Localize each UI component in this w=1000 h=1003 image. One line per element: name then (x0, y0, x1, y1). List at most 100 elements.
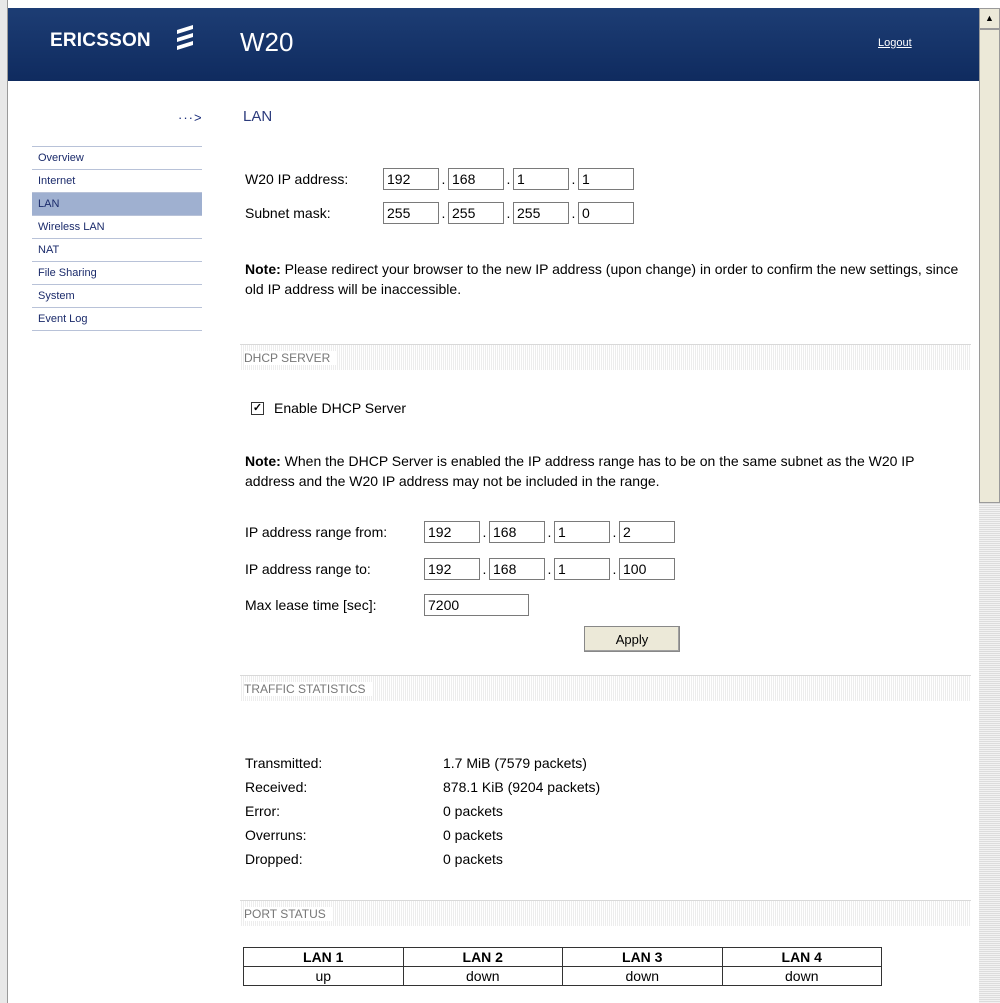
dot-separator: . (612, 524, 617, 540)
stat-label: Transmitted: (245, 755, 323, 771)
port-status-lan3: down (562, 966, 723, 986)
sidebar-item-event-log[interactable]: Event Log (32, 308, 202, 331)
range-from-octet-1[interactable] (424, 521, 480, 543)
range-to-octet-4[interactable] (619, 558, 675, 580)
stat-value: 0 packets (443, 851, 503, 867)
stat-label: Overruns: (245, 827, 307, 843)
dot-separator: . (506, 205, 511, 221)
note-text: Please redirect your browser to the new … (245, 261, 959, 297)
port-status-lan1: up (243, 966, 404, 986)
port-header-lan4: LAN 4 (721, 947, 882, 967)
dot-separator: . (571, 171, 576, 187)
stat-row: Dropped: 0 packets (245, 851, 600, 875)
lease-time-label: Max lease time [sec]: (245, 597, 377, 613)
port-status-lan4: down (721, 966, 882, 986)
product-title: W20 (240, 27, 294, 57)
range-from-octet-3[interactable] (554, 521, 610, 543)
stat-value: 1.7 MiB (7579 packets) (443, 755, 587, 771)
port-status-section-title: PORT STATUS (244, 907, 332, 921)
range-from-label: IP address range from: (245, 524, 388, 540)
range-to-label: IP address range to: (245, 561, 371, 577)
note-label: Note: (245, 261, 281, 277)
sidebar-item-internet[interactable]: Internet (32, 170, 202, 193)
stat-label: Received: (245, 779, 308, 795)
dot-separator: . (547, 524, 552, 540)
stat-label: Dropped: (245, 851, 303, 867)
range-from-octet-4[interactable] (619, 521, 675, 543)
dhcp-section-title: DHCP SERVER (244, 351, 337, 365)
vertical-scrollbar[interactable]: ▲ (979, 8, 1000, 1003)
note-label: Note: (245, 453, 281, 469)
dhcp-enable-row: ✓ Enable DHCP Server (251, 400, 406, 416)
w20-ip-octet-2[interactable] (448, 168, 504, 190)
stat-row: Received: 878.1 KiB (9204 packets) (245, 779, 600, 803)
subnet-mask-label: Subnet mask: (245, 205, 331, 221)
range-from-row: IP address range from: . . . (245, 519, 675, 545)
sidebar-item-lan[interactable]: LAN (32, 193, 202, 216)
window-frame-top (0, 0, 1000, 8)
ericsson-logo-icon (177, 25, 193, 50)
port-header-lan2: LAN 2 (402, 947, 563, 967)
page-title: LAN (243, 108, 273, 125)
sidebar-item-system[interactable]: System (32, 285, 202, 308)
note-text: When the DHCP Server is enabled the IP a… (245, 453, 915, 489)
brand-name: ERICSSON (50, 30, 151, 51)
dhcp-enable-label: Enable DHCP Server (274, 400, 407, 416)
port-header-lan3: LAN 3 (562, 947, 723, 967)
dot-separator: . (441, 205, 446, 221)
sidebar-item-file-sharing[interactable]: File Sharing (32, 262, 202, 285)
subnet-mask-octet-4[interactable] (578, 202, 634, 224)
port-status-section-header: PORT STATUS (240, 900, 971, 926)
dot-separator: . (547, 561, 552, 577)
subnet-mask-row: Subnet mask: . . . (245, 200, 634, 226)
dot-separator: . (612, 561, 617, 577)
dhcp-note: Note: When the DHCP Server is enabled th… (245, 451, 965, 491)
sidebar-item-overview[interactable]: Overview (32, 147, 202, 170)
stat-label: Error: (245, 803, 280, 819)
stat-row: Error: 0 packets (245, 803, 600, 827)
dot-separator: . (571, 205, 576, 221)
logout-link[interactable]: Logout (878, 37, 912, 49)
dotted-arrow-icon: ···> (178, 110, 203, 125)
range-to-octet-3[interactable] (554, 558, 610, 580)
stat-row: Overruns: 0 packets (245, 827, 600, 851)
dot-separator: . (506, 171, 511, 187)
range-to-octet-2[interactable] (489, 558, 545, 580)
w20-ip-octet-3[interactable] (513, 168, 569, 190)
dhcp-section-header: DHCP SERVER (240, 344, 971, 370)
sidebar-item-wireless-lan[interactable]: Wireless LAN (32, 216, 202, 239)
stat-value: 0 packets (443, 827, 503, 843)
lease-time-input[interactable] (424, 594, 529, 616)
dot-separator: . (482, 524, 487, 540)
stat-row: Transmitted: 1.7 MiB (7579 packets) (245, 755, 600, 779)
traffic-section-header: TRAFFIC STATISTICS (240, 675, 971, 701)
dhcp-enable-checkbox[interactable]: ✓ (251, 401, 264, 415)
range-to-row: IP address range to: . . . (245, 556, 675, 582)
w20-ip-octet-1[interactable] (383, 168, 439, 190)
window-frame-left (0, 0, 8, 1003)
port-header-row: LAN 1 LAN 2 LAN 3 LAN 4 (243, 947, 882, 967)
sidebar-item-nat[interactable]: NAT (32, 239, 202, 262)
header-bar: ERICSSON W20 Logout (8, 8, 979, 81)
w20-ip-row: W20 IP address: . . . (245, 166, 634, 192)
subnet-mask-octet-2[interactable] (448, 202, 504, 224)
scrollbar-thumb[interactable] (979, 29, 1000, 503)
port-status-lan2: down (402, 966, 563, 986)
port-status-row: up down down down (243, 966, 882, 986)
w20-ip-octet-4[interactable] (578, 168, 634, 190)
dot-separator: . (441, 171, 446, 187)
traffic-section-title: TRAFFIC STATISTICS (244, 682, 372, 696)
lan-note: Note: Please redirect your browser to th… (245, 259, 965, 299)
w20-ip-label: W20 IP address: (245, 171, 349, 187)
dot-separator: . (482, 561, 487, 577)
range-from-octet-2[interactable] (489, 521, 545, 543)
range-to-octet-1[interactable] (424, 558, 480, 580)
scroll-up-arrow-icon[interactable]: ▲ (979, 8, 1000, 29)
lease-time-row: Max lease time [sec]: (245, 592, 529, 618)
subnet-mask-octet-3[interactable] (513, 202, 569, 224)
subnet-mask-octet-1[interactable] (383, 202, 439, 224)
port-status-table: LAN 1 LAN 2 LAN 3 LAN 4 up down down dow… (243, 947, 882, 986)
stat-value: 0 packets (443, 803, 503, 819)
apply-button[interactable]: Apply (584, 626, 680, 652)
sidebar-nav: Overview Internet LAN Wireless LAN NAT F… (32, 146, 202, 331)
